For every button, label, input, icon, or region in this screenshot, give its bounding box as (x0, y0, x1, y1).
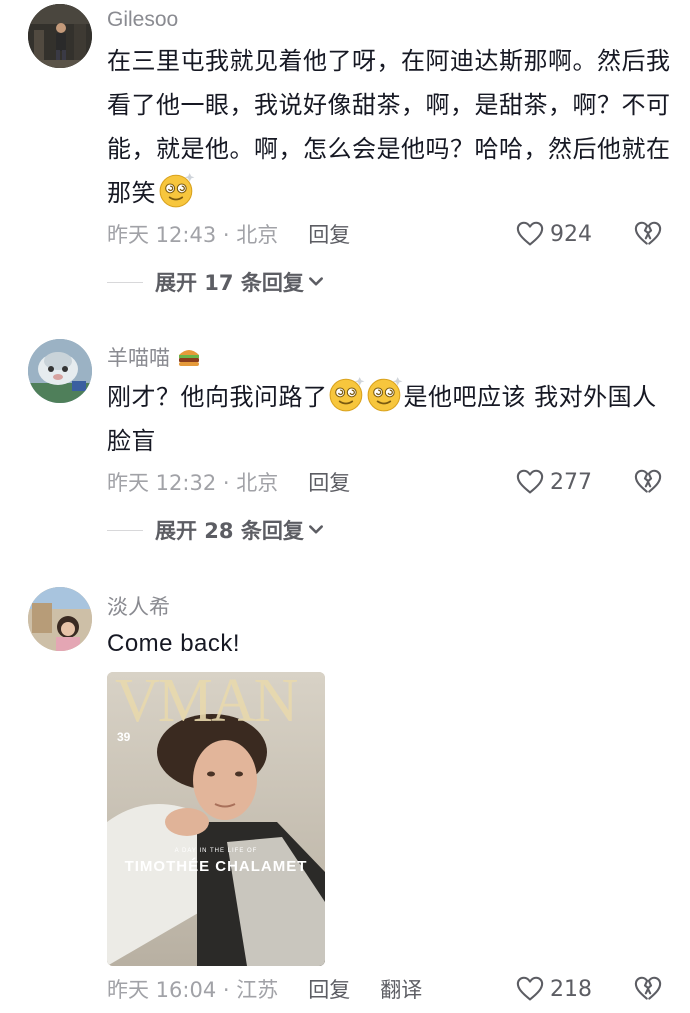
dislike-button[interactable] (634, 467, 662, 497)
dizzy-face-emoji-icon (328, 375, 366, 413)
comment-time-location: 昨天 12:43 · 北京 (107, 223, 279, 247)
comment-text: 刚才？他向我问路了 是他吧应该 我对外国人脸盲 (107, 375, 672, 463)
like-button[interactable]: 218 (516, 974, 592, 1004)
hamburger-emoji-icon (178, 350, 199, 366)
broken-heart-icon (634, 469, 662, 495)
dislike-button[interactable] (634, 974, 662, 1004)
like-count: 924 (550, 221, 592, 247)
avatar[interactable] (28, 4, 92, 68)
expand-replies-button[interactable]: 展开 17 条回复 (107, 267, 324, 297)
dizzy-face-emoji-icon (366, 375, 404, 413)
comment-image[interactable]: VMAN 39 A DAY IN THE LIFE OF TIMOTHÉE CH… (107, 672, 325, 966)
comment-meta: 昨天 16:04 · 江苏 回复 翻译 (107, 974, 422, 1004)
divider-line (107, 281, 143, 283)
avatar-image (28, 4, 92, 68)
chevron-down-icon (308, 524, 324, 536)
comment-time-location: 昨天 16:04 · 江苏 (107, 978, 279, 1002)
heart-icon (516, 221, 544, 247)
like-button[interactable]: 277 (516, 467, 592, 497)
avatar[interactable] (28, 339, 92, 403)
magazine-brand: VMAN (115, 672, 298, 735)
avatar[interactable] (28, 587, 92, 651)
expand-replies-label: 展开 28 条回复 (155, 519, 304, 543)
reply-button[interactable]: 回复 (308, 974, 350, 1004)
comment-text-part: 刚才？他向我问路了 (107, 383, 328, 411)
translate-button[interactable]: 翻译 (380, 974, 422, 1004)
expand-replies-label: 展开 17 条回复 (155, 271, 304, 295)
magazine-cover-name: TIMOTHÉE CHALAMET (124, 858, 308, 875)
expand-replies-button[interactable]: 展开 28 条回复 (107, 515, 324, 545)
broken-heart-icon (634, 221, 662, 247)
avatar-image (28, 339, 92, 403)
comment-text: 在三里屯我就见着他了呀，在阿迪达斯那啊。然后我看了他一眼，我说好像甜茶，啊，是甜… (107, 39, 672, 215)
like-button[interactable]: 924 (516, 219, 592, 249)
broken-heart-icon (634, 976, 662, 1002)
chevron-down-icon (308, 276, 324, 288)
heart-icon (516, 976, 544, 1002)
comment-username[interactable]: 羊喵喵 (107, 342, 202, 372)
comment-username[interactable]: Gilesoo (107, 8, 178, 32)
magazine-issue: 39 (117, 730, 131, 744)
dislike-button[interactable] (634, 219, 662, 249)
magazine-kicker: A DAY IN THE LIFE OF (174, 848, 258, 854)
comment-meta: 昨天 12:32 · 北京 回复 (107, 467, 350, 497)
reply-button[interactable]: 回复 (308, 219, 350, 249)
comment-text: Come back! (107, 630, 241, 657)
avatar-image (28, 587, 92, 651)
username-text: 羊喵喵 (107, 347, 170, 370)
like-count: 277 (550, 469, 592, 495)
like-count: 218 (550, 976, 592, 1002)
divider-line (107, 529, 143, 531)
dizzy-face-emoji-icon (158, 171, 196, 209)
reply-button[interactable]: 回复 (308, 467, 350, 497)
heart-icon (516, 469, 544, 495)
comment-meta: 昨天 12:43 · 北京 回复 (107, 219, 350, 249)
comment-time-location: 昨天 12:32 · 北京 (107, 471, 279, 495)
comment-username[interactable]: 淡人希 (107, 591, 170, 621)
